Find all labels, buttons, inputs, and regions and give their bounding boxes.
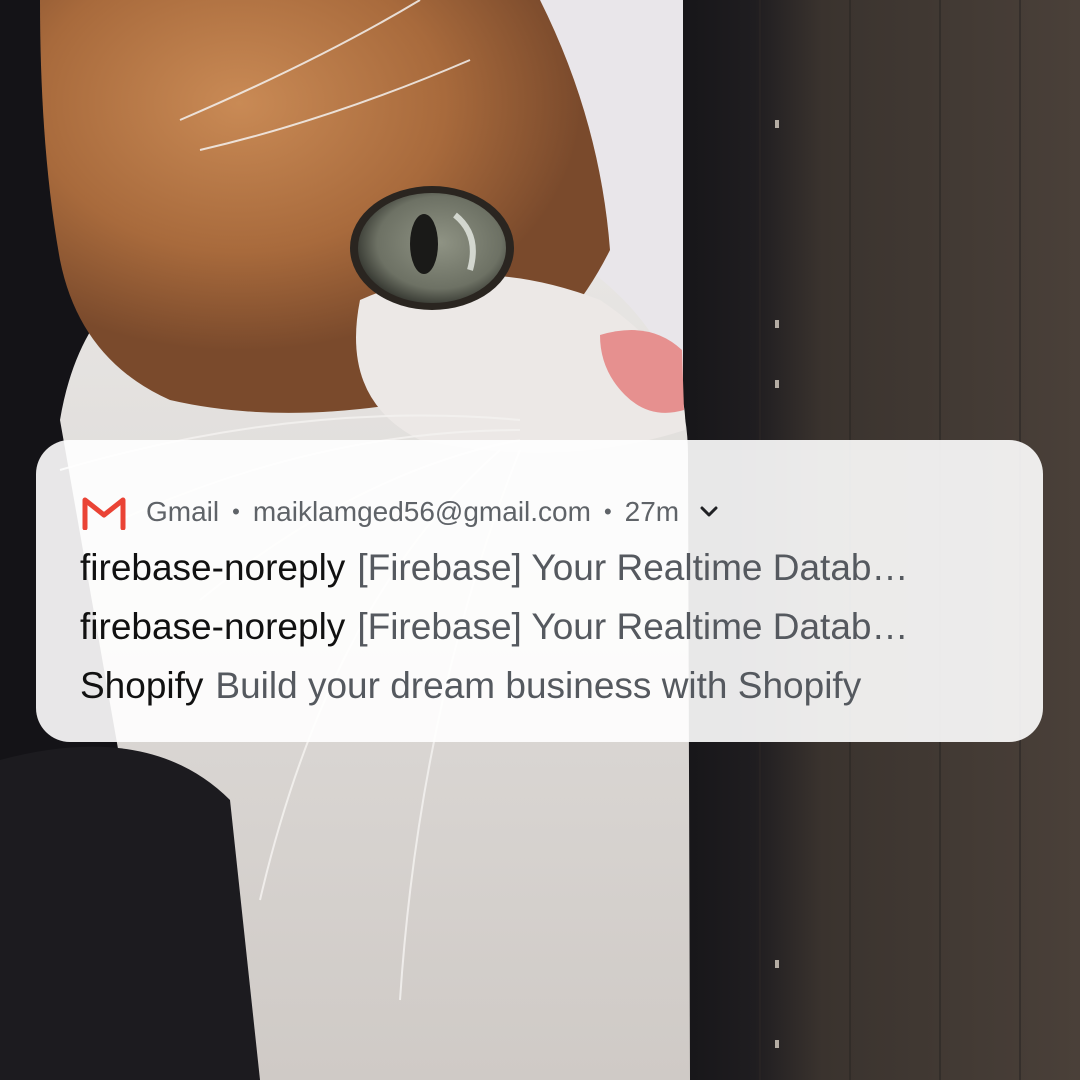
gmail-icon (80, 493, 128, 531)
separator: • (603, 499, 612, 524)
notification-header: Gmail • maiklamged56@gmail.com • 27m (80, 492, 999, 532)
message-row[interactable]: firebase-noreply [Firebase] Your Realtim… (80, 597, 999, 656)
gmail-notification[interactable]: Gmail • maiklamged56@gmail.com • 27m fir… (36, 440, 1043, 742)
message-row[interactable]: firebase-noreply [Firebase] Your Realtim… (80, 538, 999, 597)
app-name: Gmail (146, 496, 220, 527)
message-row[interactable]: Shopify Build your dream business with S… (80, 656, 999, 715)
separator: • (232, 499, 240, 524)
message-sender: firebase-noreply (80, 547, 346, 588)
message-sender: Shopify (80, 665, 204, 706)
message-subject: Build your dream business with Shopify (215, 665, 862, 706)
message-sender: firebase-noreply (80, 606, 346, 647)
notification-time: 27m (624, 496, 680, 527)
account-email: maiklamged56@gmail.com (252, 496, 591, 527)
message-subject: [Firebase] Your Realtime Datab… (357, 547, 909, 588)
message-subject: [Firebase] Your Realtime Datab… (357, 606, 909, 647)
message-list: firebase-noreply [Firebase] Your Realtim… (80, 538, 999, 715)
chevron-down-icon[interactable] (697, 500, 721, 524)
